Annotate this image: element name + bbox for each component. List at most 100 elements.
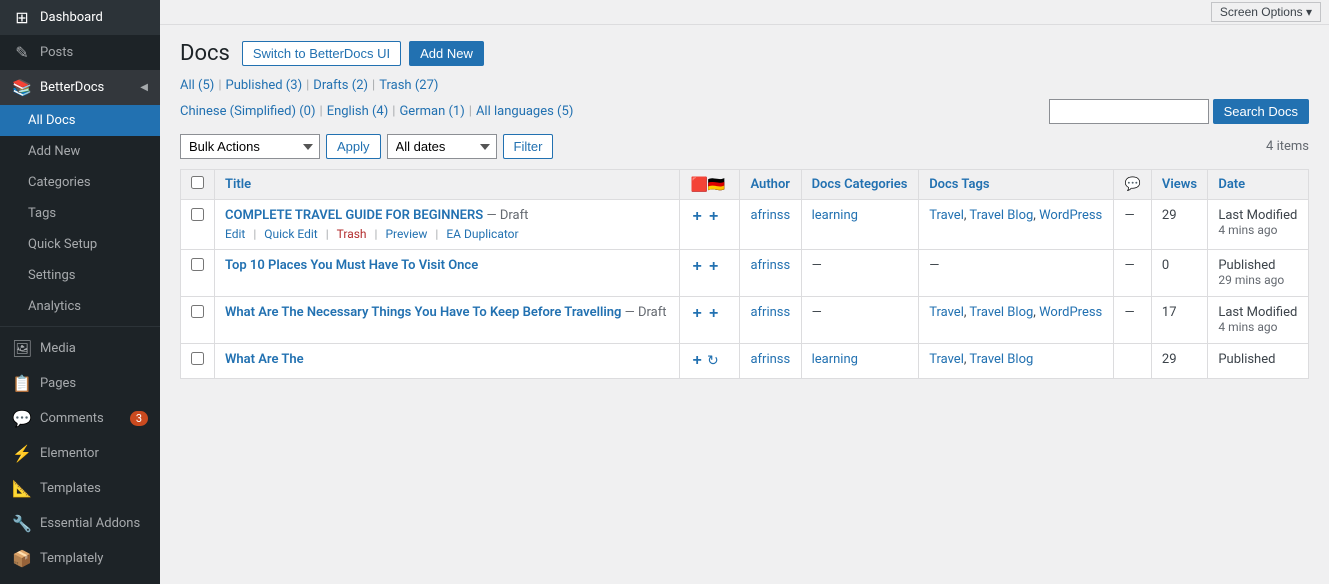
select-all-header	[181, 170, 215, 200]
tag-link[interactable]: Travel Blog	[969, 208, 1033, 223]
tag-link[interactable]: Travel Blog	[969, 352, 1033, 367]
preview-link[interactable]: Preview	[385, 227, 427, 241]
tag-link[interactable]: Travel	[929, 208, 964, 223]
tags-column-header[interactable]: Docs Tags	[919, 170, 1114, 200]
tags-cell: Travel, Travel Blog, WordPress	[919, 297, 1114, 344]
row-checkbox[interactable]	[191, 352, 204, 365]
sidebar-item-label: Pages	[40, 376, 76, 391]
row-checkbox[interactable]	[191, 305, 204, 318]
title-column-header[interactable]: Title	[215, 170, 680, 200]
sidebar-item-templately[interactable]: 📦 Templately	[0, 541, 160, 576]
doc-title-link[interactable]: COMPLETE TRAVEL GUIDE FOR BEGINNERS	[225, 208, 483, 223]
title-cell: What Are The	[215, 344, 680, 379]
doc-title-link[interactable]: Top 10 Places You Must Have To Visit Onc…	[225, 258, 478, 273]
posts-icon: ✎	[12, 43, 32, 62]
doc-status: — Draft	[486, 208, 528, 223]
add-flag-button-2[interactable]: +	[707, 305, 720, 323]
sidebar-item-elementor[interactable]: ⚡ Elementor	[0, 436, 160, 471]
search-docs-area: Search Docs	[1049, 99, 1309, 124]
trash-link[interactable]: Trash	[337, 227, 367, 241]
filter-published[interactable]: Published (3)	[226, 78, 303, 93]
row-checkbox[interactable]	[191, 258, 204, 271]
switch-to-betterdocs-ui-button[interactable]: Switch to BetterDocs UI	[242, 41, 401, 66]
add-new-button[interactable]: Add New	[409, 41, 484, 66]
add-flag-button[interactable]: +	[690, 305, 703, 323]
sidebar-item-add-new[interactable]: Add New	[0, 136, 160, 167]
date-ago: 29 mins ago	[1218, 273, 1284, 287]
sidebar-item-dashboard[interactable]: ⊞ Dashboard	[0, 0, 160, 35]
tag-link[interactable]: Travel Blog	[969, 305, 1033, 320]
sidebar-item-label: Templately	[40, 551, 103, 566]
comments-column-header[interactable]: 💬	[1114, 170, 1151, 200]
views-column-header[interactable]: Views	[1151, 170, 1207, 200]
edit-link[interactable]: Edit	[225, 227, 245, 241]
add-flag-button-2[interactable]: +	[707, 258, 720, 276]
author-cell: afrinss	[740, 297, 801, 344]
categories-column-header[interactable]: Docs Categories	[801, 170, 919, 200]
bulk-actions-select[interactable]: Bulk Actions	[180, 134, 320, 159]
filter-trash[interactable]: Trash (27)	[379, 78, 438, 93]
author-link[interactable]: afrinss	[750, 352, 790, 367]
sidebar-item-posts[interactable]: ✎ Posts	[0, 35, 160, 70]
add-flag-button[interactable]: +	[690, 258, 703, 276]
author-link[interactable]: afrinss	[750, 258, 790, 273]
sidebar-item-essential-addons[interactable]: 🔧 Essential Addons	[0, 506, 160, 541]
search-docs-button[interactable]: Search Docs	[1213, 99, 1309, 124]
date-cell: Last Modified 4 mins ago	[1208, 297, 1309, 344]
tag-link[interactable]: Travel	[929, 305, 964, 320]
apply-button[interactable]: Apply	[326, 134, 381, 159]
quick-edit-link[interactable]: Quick Edit	[264, 227, 317, 241]
sidebar-item-comments[interactable]: 💬 Comments 3	[0, 401, 160, 436]
sidebar-item-betterdocs[interactable]: 📚 BetterDocs ◀	[0, 70, 160, 105]
add-flag-button[interactable]: +	[690, 208, 703, 226]
row-checkbox[interactable]	[191, 208, 204, 221]
filter-button[interactable]: Filter	[503, 134, 554, 159]
tag-link[interactable]: WordPress	[1039, 208, 1102, 223]
filter-drafts[interactable]: Drafts (2)	[313, 78, 368, 93]
date-filter-select[interactable]: All dates	[387, 134, 497, 159]
date-label: Published	[1218, 258, 1275, 273]
doc-title-link[interactable]: What Are The	[225, 352, 304, 367]
sidebar-item-analytics[interactable]: Analytics	[0, 291, 160, 322]
views-cell: 17	[1151, 297, 1207, 344]
tag-link[interactable]: Travel	[929, 352, 964, 367]
sidebar-item-templates[interactable]: 📐 Templates	[0, 471, 160, 506]
lang-english[interactable]: English (4)	[327, 104, 389, 119]
templately-icon: 📦	[12, 549, 32, 568]
items-count: 4 items	[1266, 139, 1309, 154]
tag-link[interactable]: WordPress	[1039, 305, 1102, 320]
screen-options-button[interactable]: Screen Options ▾	[1211, 2, 1321, 22]
search-input[interactable]	[1049, 99, 1209, 124]
ea-duplicator-link[interactable]: EA Duplicator	[446, 227, 518, 241]
add-flag-button[interactable]: +	[690, 352, 703, 370]
add-flag-button-2[interactable]: +	[707, 208, 720, 226]
sidebar-item-label: Tags	[28, 206, 56, 221]
sidebar-item-categories[interactable]: Categories	[0, 167, 160, 198]
author-cell: afrinss	[740, 344, 801, 379]
category-link[interactable]: learning	[812, 352, 858, 367]
author-column-header[interactable]: Author	[740, 170, 801, 200]
sidebar-item-all-docs[interactable]: All Docs	[0, 105, 160, 136]
sidebar-item-pages[interactable]: 📋 Pages	[0, 366, 160, 401]
category-link[interactable]: learning	[812, 208, 858, 223]
sidebar-item-media[interactable]: 🖼 Media	[0, 331, 160, 366]
author-link[interactable]: afrinss	[750, 305, 790, 320]
row-actions: Edit | Quick Edit | Trash | Preview | EA…	[225, 227, 669, 241]
date-column-header[interactable]: Date	[1208, 170, 1309, 200]
sidebar-item-settings[interactable]: Settings	[0, 260, 160, 291]
lang-chinese[interactable]: Chinese (Simplified) (0)	[180, 104, 316, 119]
filter-all[interactable]: All (5)	[180, 78, 214, 93]
tags-cell: Travel, Travel Blog, WordPress	[919, 200, 1114, 250]
lang-all[interactable]: All languages (5)	[476, 104, 573, 119]
sidebar-item-quick-setup[interactable]: Quick Setup	[0, 229, 160, 260]
refresh-button[interactable]: ↻	[707, 352, 719, 369]
select-all-checkbox[interactable]	[191, 176, 204, 189]
flags-cell: + +	[680, 250, 740, 297]
comments-cell: —	[1114, 250, 1151, 297]
sidebar-item-tags[interactable]: Tags	[0, 198, 160, 229]
table-row: What Are The Necessary Things You Have T…	[181, 297, 1309, 344]
lang-german[interactable]: German (1)	[399, 104, 464, 119]
author-link[interactable]: afrinss	[750, 208, 790, 223]
dashboard-icon: ⊞	[12, 8, 32, 27]
doc-title-link[interactable]: What Are The Necessary Things You Have T…	[225, 305, 621, 320]
